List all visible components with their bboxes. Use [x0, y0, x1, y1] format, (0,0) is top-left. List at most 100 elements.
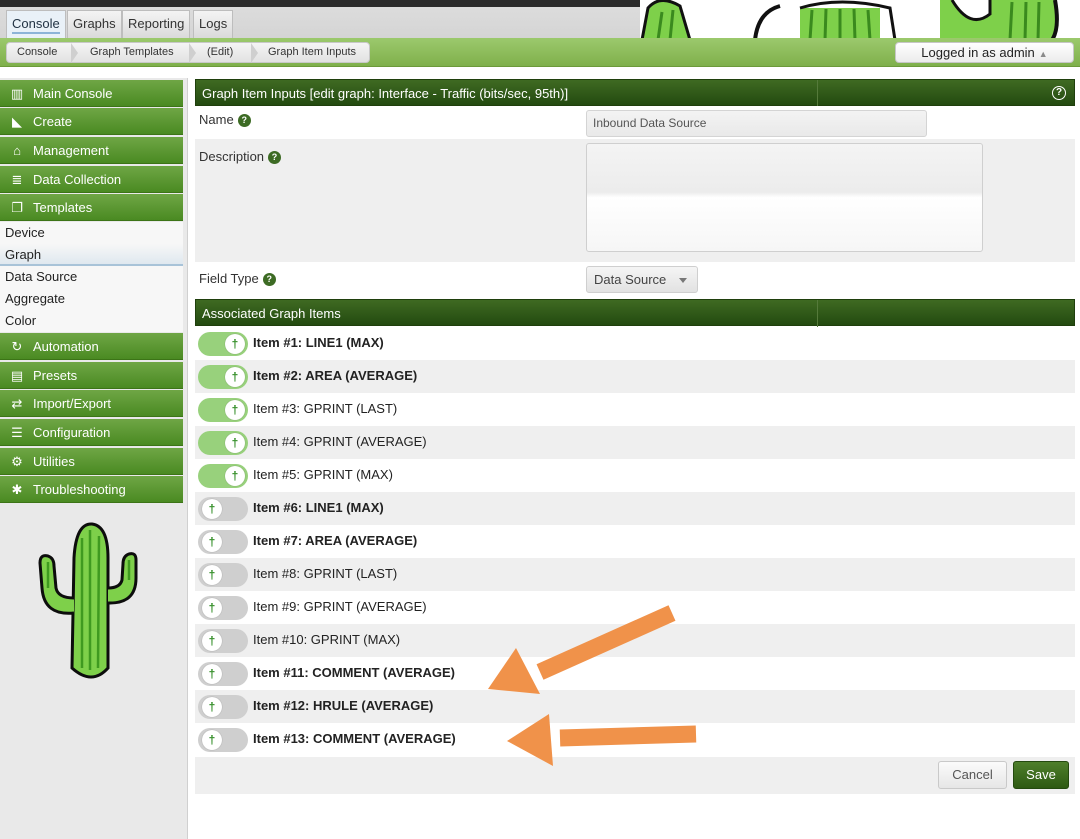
cactus-knob-icon: † — [225, 334, 245, 354]
sidebar-subitem-aggregate[interactable]: Aggregate — [0, 288, 183, 310]
cactus-logo — [38, 522, 138, 679]
breadcrumb-edit[interactable]: (Edit) — [207, 46, 233, 58]
graph-item-label: Item #7: AREA (AVERAGE) — [253, 533, 418, 548]
map-icon: ▥ — [10, 86, 24, 101]
top-navigation-bar: Console Graphs Reporting Logs — [0, 0, 1080, 40]
tab-graphs[interactable]: Graphs — [67, 10, 122, 38]
tab-graphs-label: Graphs — [73, 16, 116, 31]
sidebar-item-troubleshooting[interactable]: ✱ Troubleshooting — [0, 476, 183, 503]
name-field[interactable]: Inbound Data Source — [586, 110, 927, 137]
name-label-text: Name — [199, 112, 234, 127]
graph-item-label: Item #9: GPRINT (AVERAGE) — [253, 599, 427, 614]
sliders-icon: ☰ — [11, 425, 23, 440]
item-toggle-switch[interactable]: † — [198, 563, 248, 587]
tab-reporting-label: Reporting — [128, 16, 185, 31]
item-toggle-switch[interactable]: † — [198, 332, 248, 356]
item-toggle-switch[interactable]: † — [198, 398, 248, 422]
breadcrumb: Console Graph Templates (Edit) Graph Ite… — [6, 42, 370, 63]
sidebar-item-label: Management — [33, 143, 109, 158]
question-icon[interactable]: ? — [237, 114, 251, 127]
sidebar-subitem-color[interactable]: Color — [0, 310, 183, 332]
header-divider — [817, 80, 818, 107]
item-toggle-switch[interactable]: † — [198, 629, 248, 653]
refresh-icon: ↻ — [11, 339, 23, 354]
graph-item-label: Item #1: LINE1 (MAX) — [253, 335, 384, 350]
field-type-select[interactable]: Data Source — [586, 266, 698, 293]
breadcrumb-graph-templates[interactable]: Graph Templates — [90, 46, 174, 58]
chart-icon: ◣ — [12, 114, 22, 129]
help-icon[interactable]: ? — [1052, 86, 1066, 100]
sidebar-item-automation[interactable]: ↻ Automation — [0, 333, 183, 360]
breadcrumb-console[interactable]: Console — [17, 46, 57, 58]
graph-item-row: † Item #2: AREA (AVERAGE) — [195, 360, 1075, 393]
cactus-knob-icon: † — [225, 466, 245, 486]
cactus-knob-icon: † — [202, 730, 222, 750]
tab-console[interactable]: Console — [6, 10, 66, 38]
cactus-knob-icon: † — [202, 499, 222, 519]
cactus-banner-graphic — [640, 0, 1080, 40]
sidebar-subitem-graph[interactable]: Graph — [0, 244, 183, 266]
item-toggle-switch[interactable]: † — [198, 497, 248, 521]
graph-item-label: Item #2: AREA (AVERAGE) — [253, 368, 418, 383]
page-title: Graph Item Inputs [edit graph: Interface… — [202, 86, 569, 101]
main-content: Graph Item Inputs [edit graph: Interface… — [193, 78, 1076, 794]
cactus-knob-icon: † — [225, 367, 245, 387]
description-textarea[interactable] — [586, 143, 983, 252]
sidebar-item-label: Create — [33, 114, 73, 129]
item-toggle-switch[interactable]: † — [198, 728, 248, 752]
field-type-label-text: Field Type — [199, 271, 259, 286]
sidebar-item-label: Utilities — [33, 454, 75, 469]
item-toggle-switch[interactable]: † — [198, 431, 248, 455]
sidebar-item-templates[interactable]: ❐ Templates — [0, 194, 183, 221]
description-label: Description? — [199, 149, 282, 164]
save-button[interactable]: Save — [1013, 761, 1069, 789]
graph-item-label: Item #3: GPRINT (LAST) — [253, 401, 398, 416]
sidebar-item-management[interactable]: ⌂ Management — [0, 137, 183, 164]
tab-logs[interactable]: Logs — [193, 10, 234, 38]
question-icon[interactable]: ? — [262, 273, 276, 286]
name-row: Name? Inbound Data Source — [195, 106, 1075, 139]
breadcrumb-separator — [189, 43, 196, 63]
cancel-button[interactable]: Cancel — [938, 761, 1007, 789]
sidebar-item-create[interactable]: ◣ Create — [0, 108, 183, 135]
graph-item-row: † Item #12: HRULE (AVERAGE) — [195, 690, 1075, 723]
sidebar-item-label: Configuration — [33, 425, 111, 440]
tab-console-label: Console — [12, 16, 60, 34]
graph-item-label: Item #6: LINE1 (MAX) — [253, 500, 384, 515]
cogs-icon: ⚙ — [11, 454, 23, 469]
sidebar-item-label: Main Console — [33, 86, 113, 101]
cactus-knob-icon: † — [202, 598, 222, 618]
item-toggle-switch[interactable]: † — [198, 464, 248, 488]
user-menu[interactable]: Logged in as admin ▲ — [895, 42, 1074, 63]
archive-icon: ▤ — [10, 368, 24, 383]
field-type-value: Data Source — [594, 272, 667, 287]
cactus-knob-icon: † — [202, 631, 222, 651]
sidebar-subitem-device[interactable]: Device — [0, 222, 183, 244]
sidebar-item-presets[interactable]: ▤ Presets — [0, 362, 183, 389]
item-toggle-switch[interactable]: † — [198, 662, 248, 686]
graph-item-row: † Item #4: GPRINT (AVERAGE) — [195, 426, 1075, 459]
breadcrumb-separator — [71, 43, 78, 63]
question-icon[interactable]: ? — [268, 151, 282, 164]
graph-item-row: † Item #6: LINE1 (MAX) — [195, 492, 1075, 525]
graph-item-label: Item #4: GPRINT (AVERAGE) — [253, 434, 427, 449]
field-type-row: Field Type? Data Source — [195, 262, 1075, 297]
sidebar-subitem-data-source[interactable]: Data Source — [0, 266, 183, 288]
sidebar-item-utilities[interactable]: ⚙ Utilities — [0, 448, 183, 475]
graph-item-label: Item #5: GPRINT (MAX) — [253, 467, 393, 482]
graph-item-row: † Item #3: GPRINT (LAST) — [195, 393, 1075, 426]
item-toggle-switch[interactable]: † — [198, 695, 248, 719]
tab-reporting[interactable]: Reporting — [122, 10, 191, 38]
sidebar-item-label: Data Collection — [33, 172, 122, 187]
field-type-label: Field Type? — [199, 271, 276, 286]
sidebar-item-data-collection[interactable]: ≣ Data Collection — [0, 166, 183, 193]
sidebar-item-main-console[interactable]: ▥ Main Console — [0, 80, 183, 107]
item-toggle-switch[interactable]: † — [198, 596, 248, 620]
item-toggle-switch[interactable]: † — [198, 365, 248, 389]
sidebar-item-configuration[interactable]: ☰ Configuration — [0, 419, 183, 446]
sidebar-item-import-export[interactable]: ⇄ Import/Export — [0, 390, 183, 417]
item-toggle-switch[interactable]: † — [198, 530, 248, 554]
graph-item-label: Item #11: COMMENT (AVERAGE) — [253, 665, 456, 680]
graph-item-label: Item #13: COMMENT (AVERAGE) — [253, 731, 456, 746]
breadcrumb-separator — [251, 43, 258, 63]
